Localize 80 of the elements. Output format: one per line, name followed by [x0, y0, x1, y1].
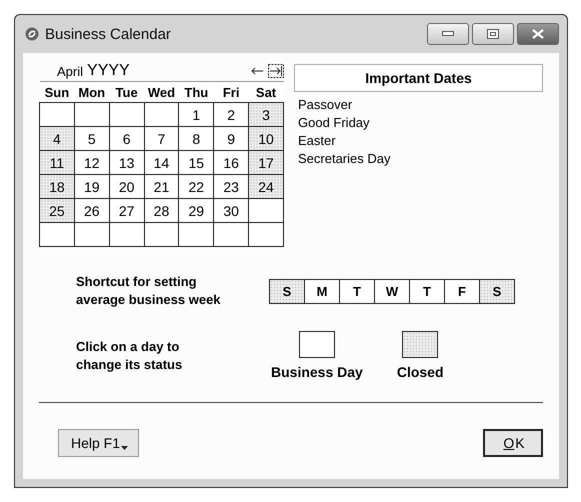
- legend-label: Business Day: [271, 364, 363, 380]
- day-cell[interactable]: 22: [178, 174, 214, 198]
- day-cell[interactable]: 26: [74, 198, 110, 222]
- important-date-item[interactable]: Good Friday: [294, 114, 543, 132]
- month-label: April: [57, 64, 84, 78]
- day-cell[interactable]: [144, 222, 179, 246]
- day-cell[interactable]: 19: [74, 174, 110, 198]
- important-date-item[interactable]: Secretaries Day: [294, 150, 543, 168]
- day-cell[interactable]: 5: [74, 126, 110, 150]
- important-dates-header: Important Dates: [294, 64, 543, 92]
- year-label: YYYY: [87, 62, 130, 80]
- day-cell[interactable]: 15: [178, 150, 214, 174]
- day-cell[interactable]: [109, 222, 144, 246]
- important-date-item[interactable]: Passover: [294, 96, 543, 114]
- day-cell[interactable]: 23: [214, 174, 249, 198]
- caret-icon: [121, 446, 128, 450]
- day-cell[interactable]: 20: [109, 174, 144, 198]
- day-cell[interactable]: [74, 222, 110, 246]
- day-cell[interactable]: 8: [178, 126, 214, 150]
- day-cell[interactable]: 4: [40, 126, 74, 150]
- weekday-header: Sat: [248, 82, 284, 102]
- day-cell[interactable]: 6: [109, 126, 144, 150]
- important-date-item[interactable]: Easter: [294, 132, 543, 150]
- help-button[interactable]: Help F1: [58, 429, 140, 457]
- day-cell[interactable]: [144, 102, 179, 126]
- day-cell[interactable]: [40, 102, 74, 126]
- day-cell[interactable]: [40, 222, 74, 246]
- day-cell[interactable]: [214, 222, 249, 246]
- app-icon: [25, 27, 39, 41]
- day-cell[interactable]: 14: [144, 150, 179, 174]
- day-cell[interactable]: [248, 222, 284, 246]
- day-cell[interactable]: 11: [40, 150, 74, 174]
- window-title: Business Calendar: [45, 26, 171, 42]
- day-cell[interactable]: 2: [214, 102, 249, 126]
- weekday-toggle[interactable]: S: [270, 280, 305, 302]
- day-cell[interactable]: 27: [109, 198, 144, 222]
- weekday-header: Mon: [74, 82, 110, 102]
- weekday-header: Fri: [214, 82, 249, 102]
- weekday-header: Tue: [109, 82, 144, 102]
- day-cell[interactable]: 30: [214, 198, 249, 222]
- weekday-header: Thu: [178, 82, 214, 102]
- day-cell[interactable]: 10: [248, 126, 284, 150]
- day-cell[interactable]: 28: [144, 198, 179, 222]
- weekday-header: Sun: [40, 82, 74, 102]
- day-cell[interactable]: 16: [214, 150, 249, 174]
- day-cell[interactable]: 3: [248, 102, 284, 126]
- weekday-header: Wed: [144, 82, 179, 102]
- day-cell[interactable]: [248, 198, 284, 222]
- ok-button[interactable]: OK: [483, 429, 543, 457]
- shortcut-label: Shortcut for setting average business week: [76, 273, 222, 309]
- weekday-toggle[interactable]: M: [305, 280, 340, 302]
- day-cell[interactable]: 13: [109, 150, 144, 174]
- weekday-toggle[interactable]: T: [410, 280, 445, 302]
- day-cell[interactable]: 12: [74, 150, 110, 174]
- day-cell[interactable]: [109, 102, 144, 126]
- day-cell[interactable]: 1: [178, 102, 214, 126]
- minimize-icon: [442, 31, 454, 37]
- day-cell[interactable]: [74, 102, 110, 126]
- day-cell[interactable]: [178, 222, 214, 246]
- status-hint: Click on a day to change its status: [76, 338, 184, 374]
- arrow-to-bar-icon[interactable]: [268, 64, 284, 78]
- day-cell[interactable]: 25: [40, 198, 74, 222]
- weekday-toggle[interactable]: W: [375, 280, 410, 302]
- maximize-icon: [487, 29, 499, 39]
- close-icon: [532, 29, 544, 39]
- day-cell[interactable]: 9: [214, 126, 249, 150]
- maximize-button[interactable]: [472, 23, 514, 45]
- day-cell[interactable]: 17: [248, 150, 284, 174]
- day-cell[interactable]: 18: [40, 174, 74, 198]
- weekday-toggle[interactable]: F: [445, 280, 480, 302]
- weekday-toggle[interactable]: T: [340, 280, 375, 302]
- left-arrow-icon[interactable]: [250, 67, 264, 75]
- day-cell[interactable]: 7: [144, 126, 179, 150]
- day-cell[interactable]: 24: [248, 174, 284, 198]
- minimize-button[interactable]: [427, 23, 469, 45]
- day-cell[interactable]: 29: [178, 198, 214, 222]
- day-cell[interactable]: 21: [144, 174, 179, 198]
- legend-label: Closed: [396, 364, 444, 380]
- close-button[interactable]: [517, 23, 559, 45]
- weekday-toggle[interactable]: S: [480, 280, 514, 302]
